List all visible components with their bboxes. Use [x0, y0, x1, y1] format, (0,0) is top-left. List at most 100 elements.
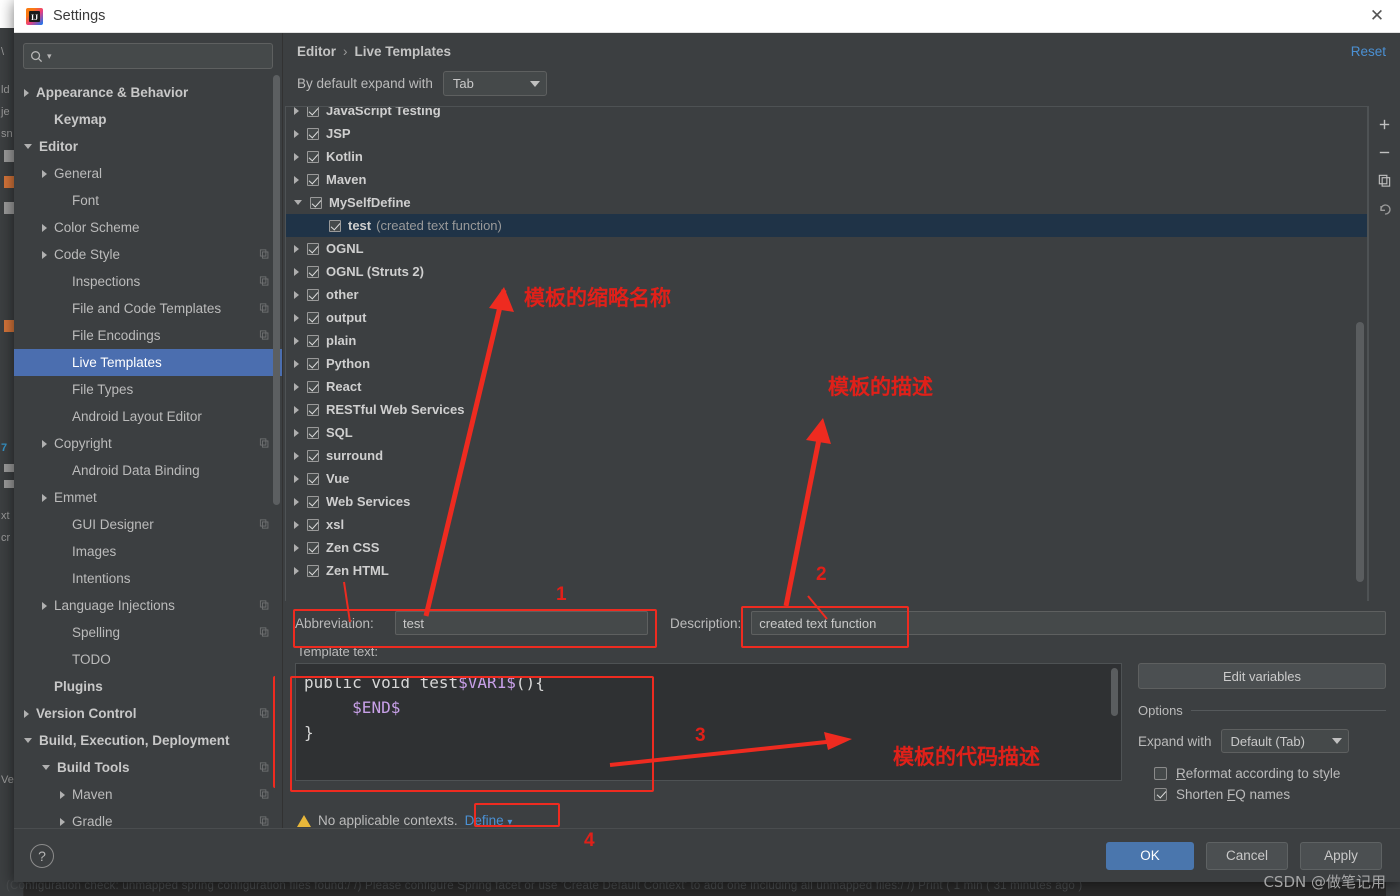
search-box[interactable]: ▾ — [23, 43, 273, 69]
chevron-down-icon[interactable] — [24, 738, 32, 743]
template-enabled-checkbox[interactable] — [310, 196, 322, 209]
sidebar-item-file-types[interactable]: File Types — [14, 376, 282, 403]
chevron-right-icon[interactable] — [42, 223, 47, 232]
chevron-right-icon[interactable] — [294, 543, 299, 552]
template-list-item[interactable]: JSP — [286, 122, 1367, 145]
chevron-down-icon[interactable] — [24, 144, 32, 149]
sidebar-item-todo[interactable]: TODO — [14, 646, 282, 673]
apply-button[interactable]: Apply — [1300, 841, 1382, 870]
template-enabled-checkbox[interactable] — [307, 541, 319, 554]
template-list-item[interactable]: test (created text function) — [286, 214, 1367, 237]
copy-settings-icon[interactable] — [259, 706, 270, 721]
sidebar-item-spelling[interactable]: Spelling — [14, 619, 282, 646]
copy-settings-icon[interactable] — [259, 787, 270, 802]
sidebar-item-version-control[interactable]: Version Control — [14, 700, 282, 727]
code-editor-scrollbar[interactable] — [1111, 668, 1118, 716]
chevron-right-icon[interactable] — [42, 250, 47, 259]
template-list-item[interactable]: SQL — [286, 421, 1367, 444]
reset-link[interactable]: Reset — [1351, 44, 1386, 59]
template-list-item[interactable]: React — [286, 375, 1367, 398]
sidebar-scrollbar[interactable] — [273, 75, 280, 505]
copy-settings-icon[interactable] — [259, 328, 270, 343]
template-list-item[interactable]: RESTful Web Services — [286, 398, 1367, 421]
expand-with-combo[interactable]: Default (Tab) — [1220, 729, 1349, 753]
template-enabled-checkbox[interactable] — [307, 265, 319, 278]
chevron-right-icon[interactable] — [294, 107, 299, 115]
sidebar-item-plugins[interactable]: Plugins — [14, 673, 282, 700]
sidebar-item-build-tools[interactable]: Build Tools — [14, 754, 282, 781]
abbreviation-input[interactable] — [395, 611, 648, 635]
search-input[interactable] — [55, 49, 266, 63]
template-enabled-checkbox[interactable] — [329, 219, 341, 232]
chevron-right-icon[interactable] — [294, 290, 299, 299]
template-list-item[interactable]: Zen CSS — [286, 536, 1367, 559]
sidebar-item-maven[interactable]: Maven — [14, 781, 282, 808]
sidebar-item-code-style[interactable]: Code Style — [14, 241, 282, 268]
add-template-button[interactable] — [1372, 112, 1398, 137]
template-list-item[interactable]: xsl — [286, 513, 1367, 536]
sidebar-item-gui-designer[interactable]: GUI Designer — [14, 511, 282, 538]
template-list-item[interactable]: MySelfDefine — [286, 191, 1367, 214]
sidebar-item-intentions[interactable]: Intentions — [14, 565, 282, 592]
template-list[interactable]: JavaScript Testing JSP Kotlin Maven MySelfDe… — [285, 106, 1368, 601]
template-enabled-checkbox[interactable] — [307, 173, 319, 186]
sidebar-item-android-data-binding[interactable]: Android Data Binding — [14, 457, 282, 484]
search-dropdown-caret-icon[interactable]: ▾ — [47, 51, 52, 62]
default-expand-combo[interactable]: Tab — [442, 71, 547, 96]
cancel-button[interactable]: Cancel — [1206, 841, 1288, 870]
template-enabled-checkbox[interactable] — [307, 564, 319, 577]
sidebar-item-file-encodings[interactable]: File Encodings — [14, 322, 282, 349]
chevron-right-icon[interactable] — [60, 790, 65, 799]
sidebar-item-editor[interactable]: Editor — [14, 133, 282, 160]
template-list-item[interactable]: output — [286, 306, 1367, 329]
sidebar-item-live-templates[interactable]: Live Templates — [14, 349, 282, 376]
chevron-right-icon[interactable] — [294, 129, 299, 138]
template-list-item[interactable]: Vue — [286, 467, 1367, 490]
copy-settings-icon[interactable] — [259, 274, 270, 289]
template-enabled-checkbox[interactable] — [307, 518, 319, 531]
chevron-right-icon[interactable] — [294, 175, 299, 184]
sidebar-item-android-layout-editor[interactable]: Android Layout Editor — [14, 403, 282, 430]
shorten-fq-option-row[interactable]: Shorten FQ names — [1138, 787, 1386, 802]
chevron-right-icon[interactable] — [294, 267, 299, 276]
chevron-right-icon[interactable] — [294, 428, 299, 437]
template-list-item[interactable]: Kotlin — [286, 145, 1367, 168]
sidebar-item-images[interactable]: Images — [14, 538, 282, 565]
template-enabled-checkbox[interactable] — [307, 150, 319, 163]
chevron-right-icon[interactable] — [42, 493, 47, 502]
template-enabled-checkbox[interactable] — [307, 403, 319, 416]
sidebar-item-language-injections[interactable]: Language Injections — [14, 592, 282, 619]
revert-template-button[interactable] — [1372, 196, 1398, 221]
chevron-right-icon[interactable] — [294, 244, 299, 253]
template-enabled-checkbox[interactable] — [307, 127, 319, 140]
copy-settings-icon[interactable] — [259, 301, 270, 316]
help-button[interactable]: ? — [30, 843, 54, 868]
sidebar-item-appearance-behavior[interactable]: Appearance & Behavior — [14, 79, 282, 106]
copy-settings-icon[interactable] — [259, 247, 270, 262]
chevron-right-icon[interactable] — [294, 566, 299, 575]
template-enabled-checkbox[interactable] — [307, 242, 319, 255]
chevron-right-icon[interactable] — [294, 405, 299, 414]
breadcrumb-parent[interactable]: Editor — [297, 44, 336, 59]
template-list-item[interactable]: surround — [286, 444, 1367, 467]
remove-template-button[interactable] — [1372, 140, 1398, 165]
template-enabled-checkbox[interactable] — [307, 426, 319, 439]
sidebar-item-emmet[interactable]: Emmet — [14, 484, 282, 511]
copy-settings-icon[interactable] — [259, 760, 270, 775]
sidebar-item-keymap[interactable]: Keymap — [14, 106, 282, 133]
template-enabled-checkbox[interactable] — [307, 334, 319, 347]
chevron-right-icon[interactable] — [24, 88, 29, 97]
define-context-button[interactable]: Define ▾ — [465, 813, 513, 828]
copy-settings-icon[interactable] — [259, 625, 270, 640]
chevron-right-icon[interactable] — [42, 439, 47, 448]
template-enabled-checkbox[interactable] — [307, 311, 319, 324]
template-list-item[interactable]: Web Services — [286, 490, 1367, 513]
template-enabled-checkbox[interactable] — [307, 357, 319, 370]
sidebar-item-file-and-code-templates[interactable]: File and Code Templates — [14, 295, 282, 322]
duplicate-template-button[interactable] — [1372, 168, 1398, 193]
chevron-right-icon[interactable] — [24, 709, 29, 718]
sidebar-item-copyright[interactable]: Copyright — [14, 430, 282, 457]
chevron-right-icon[interactable] — [294, 313, 299, 322]
copy-settings-icon[interactable] — [259, 517, 270, 532]
template-enabled-checkbox[interactable] — [307, 288, 319, 301]
